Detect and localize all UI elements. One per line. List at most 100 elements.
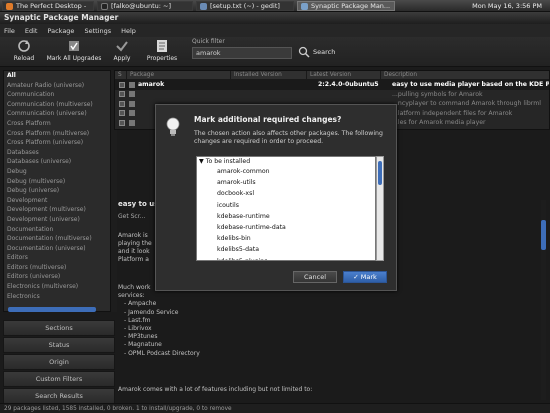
column-status[interactable]: S	[115, 71, 127, 79]
section-item[interactable]: Databases (universe)	[4, 157, 110, 167]
section-item[interactable]: Cross Platform (multiverse)	[4, 129, 110, 139]
change-item[interactable]: icoutils	[197, 200, 375, 211]
column-latest[interactable]: Latest Version	[307, 71, 381, 79]
package-row[interactable]: ...pulling symbols for Amarok	[115, 90, 549, 100]
search-label: Search	[313, 48, 336, 56]
section-item[interactable]: Communication (universe)	[4, 109, 110, 119]
section-item[interactable]: Documentation (universe)	[4, 244, 110, 254]
change-item[interactable]: docbook-xsl	[197, 188, 375, 199]
status-button[interactable]: Status	[3, 337, 115, 353]
change-item[interactable]: kdelibs5-plugins	[197, 256, 375, 261]
section-item[interactable]: Editors (universe)	[4, 272, 110, 282]
package-checkbox[interactable]	[119, 81, 125, 88]
changes-scrollbar[interactable]	[376, 156, 384, 261]
check-icon: ✓	[353, 273, 359, 281]
task-synaptic[interactable]: Synaptic Package Man...	[297, 1, 395, 11]
search-button[interactable]: Search	[298, 46, 335, 58]
package-checkbox[interactable]	[119, 110, 125, 117]
dialog-message: The chosen action also affects other pac…	[194, 130, 383, 145]
change-item[interactable]: kdebase-runtime	[197, 211, 375, 222]
menu-file[interactable]: File	[4, 27, 15, 35]
change-item[interactable]: kdelibs-bin	[197, 233, 375, 244]
task-terminal[interactable]: [falko@ubuntu: ~]	[97, 1, 193, 11]
package-description: ...ncyplayer to command Amarok through l…	[392, 100, 541, 108]
dialog-title: Mark additional required changes?	[194, 115, 342, 124]
section-item[interactable]: Development	[4, 196, 110, 206]
latest-version: 2:2.4.0-0ubuntu5	[318, 81, 379, 89]
section-item[interactable]: Communication (multiverse)	[4, 100, 110, 110]
synaptic-icon	[301, 2, 308, 10]
column-package[interactable]: Package	[127, 71, 231, 79]
section-item[interactable]: Development (universe)	[4, 215, 110, 225]
column-installed[interactable]: Installed Version	[231, 71, 307, 79]
mark-button[interactable]: ✓ Mark	[343, 271, 387, 283]
details-line: services:	[118, 292, 145, 300]
menu-settings[interactable]: Settings	[84, 27, 111, 35]
cancel-label: Cancel	[303, 273, 327, 281]
section-list: All Amateur Radio (universe) Communicati…	[3, 70, 111, 312]
section-item[interactable]: Editors	[4, 253, 110, 263]
package-icon	[129, 100, 135, 107]
service-item: - OPML Podcast Directory	[124, 349, 200, 357]
change-item[interactable]: amarok-common	[197, 166, 375, 177]
section-item[interactable]: Development (multiverse)	[4, 205, 110, 215]
package-row[interactable]: amarok 2:2.4.0-0ubuntu5 easy to use medi…	[115, 80, 549, 90]
package-description: ...latform independent files for Amarok	[392, 109, 513, 117]
menu-help[interactable]: Help	[121, 27, 136, 35]
service-item: - Ampache	[124, 300, 157, 308]
change-item[interactable]: kdebase-runtime-data	[197, 222, 375, 233]
reload-button[interactable]: Reload	[2, 39, 46, 62]
clock[interactable]: Mon May 16, 3:56 PM	[472, 1, 542, 11]
get-screenshot-link[interactable]: Get Scr...	[118, 213, 145, 220]
menu-edit[interactable]: Edit	[25, 27, 38, 35]
menubar: File Edit Package Settings Help	[0, 24, 550, 37]
column-description[interactable]: Description	[381, 71, 549, 79]
section-item[interactable]: Documentation	[4, 225, 110, 235]
section-item[interactable]: Cross Platform	[4, 119, 110, 129]
section-item[interactable]: Debug (multiverse)	[4, 177, 110, 187]
task-firefox[interactable]: The Perfect Desktop -	[2, 1, 94, 11]
reload-label: Reload	[13, 55, 35, 62]
custom-filters-button[interactable]: Custom Filters	[3, 371, 115, 387]
window-title: Synaptic Package Manager	[0, 12, 550, 24]
sections-button[interactable]: Sections	[3, 320, 115, 336]
quick-filter-input[interactable]: amarok	[192, 47, 292, 59]
section-item[interactable]: Electronics (multiverse)	[4, 282, 110, 292]
task-gedit[interactable]: [setup.txt (~) - gedit]	[196, 1, 294, 11]
service-item: - Librivox	[124, 325, 152, 333]
firefox-icon	[6, 2, 13, 10]
status-bar: 29 packages listed, 1585 installed, 0 br…	[0, 403, 550, 413]
package-description: ...pulling symbols for Amarok	[392, 90, 483, 98]
change-item[interactable]: kdelibs5-data	[197, 244, 375, 255]
section-item[interactable]: Amateur Radio (universe)	[4, 81, 110, 91]
change-item[interactable]: amarok-utils	[197, 177, 375, 188]
package-checkbox[interactable]	[119, 119, 125, 126]
menu-package[interactable]: Package	[47, 27, 74, 35]
section-item[interactable]: Editors (multiverse)	[4, 263, 110, 273]
section-list-hscroll[interactable]	[8, 307, 96, 312]
package-checkbox[interactable]	[119, 91, 125, 98]
origin-button[interactable]: Origin	[3, 354, 115, 370]
cancel-button[interactable]: Cancel	[293, 271, 337, 283]
package-checkbox[interactable]	[119, 100, 125, 107]
package-icon	[129, 119, 135, 126]
section-item[interactable]: All	[4, 71, 110, 81]
apply-button[interactable]: Apply	[100, 39, 144, 62]
details-scrollbar[interactable]	[541, 200, 546, 400]
section-item[interactable]: Databases	[4, 148, 110, 158]
section-item[interactable]: Debug	[4, 167, 110, 177]
section-item[interactable]: Communication	[4, 90, 110, 100]
section-item[interactable]: Electronics	[4, 292, 110, 302]
changes-group[interactable]: ▼ To be installed	[197, 157, 375, 166]
properties-button[interactable]: Properties	[140, 39, 184, 62]
package-list-header: S Package Installed Version Latest Versi…	[115, 71, 549, 80]
search-results-button[interactable]: Search Results	[3, 388, 115, 404]
package-icon	[129, 91, 135, 98]
group-label: To be installed	[205, 158, 251, 165]
section-item[interactable]: Debug (universe)	[4, 186, 110, 196]
section-item[interactable]: Documentation (multiverse)	[4, 234, 110, 244]
section-item[interactable]: Cross Platform (universe)	[4, 138, 110, 148]
filter-buttons: Sections Status Origin Custom Filters Se…	[3, 320, 115, 405]
task-label: Synaptic Package Man...	[311, 2, 391, 10]
mark-all-upgrades-button[interactable]: Mark All Upgrades	[44, 39, 104, 62]
